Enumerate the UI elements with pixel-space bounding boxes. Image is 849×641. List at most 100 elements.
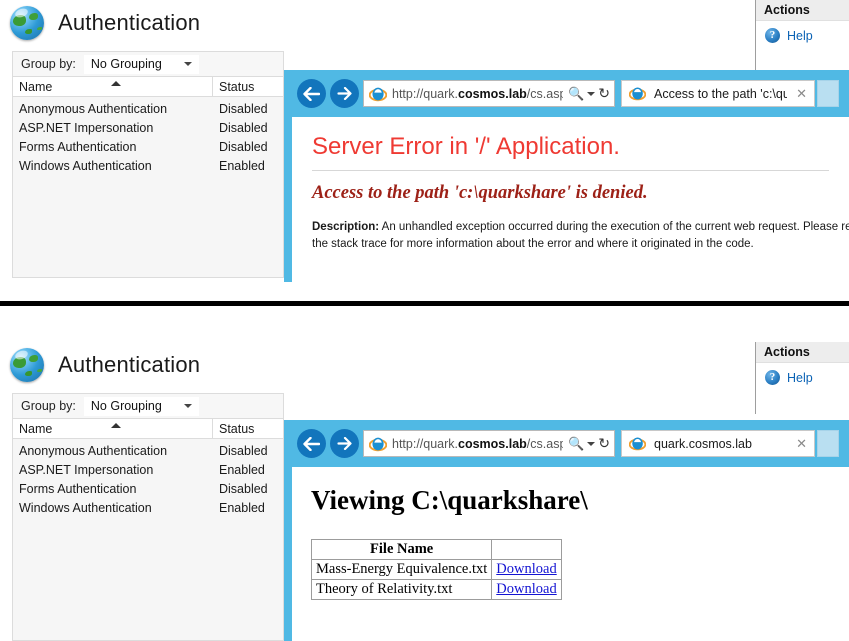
url-domain: cosmos.lab — [458, 436, 527, 451]
group-by-toolbar: Group by: No Grouping — [12, 51, 284, 76]
error-subheading: Access to the path 'c:\quarkshare' is de… — [312, 183, 648, 203]
column-header-status[interactable]: Status — [213, 77, 283, 96]
actions-header: Actions — [756, 0, 849, 21]
back-button[interactable] — [297, 79, 326, 108]
group-by-value: No Grouping — [90, 399, 162, 413]
refresh-icon[interactable]: ↻ — [598, 435, 610, 452]
auth-name: Anonymous Authentication — [19, 101, 168, 116]
column-header-name-label: Name — [19, 79, 53, 94]
auth-status: Enabled — [219, 500, 265, 515]
browser-viewport-bottom: Viewing C:\quarkshare\ File Name Mass-En… — [292, 467, 849, 641]
auth-status: Enabled — [219, 462, 265, 477]
error-heading: Server Error in '/' Application. — [312, 133, 620, 160]
list-item[interactable]: Anonymous Authentication Disabled — [13, 99, 283, 118]
new-tab-button[interactable] — [817, 80, 839, 107]
list-item[interactable]: Windows Authentication Enabled — [13, 156, 283, 175]
file-listing-table: File Name Mass-Energy Equivalence.txt Do… — [310, 539, 562, 600]
column-header-file-name: File Name — [310, 539, 493, 560]
actions-pane-bottom: Actions ? Help — [755, 342, 849, 414]
globe-icon — [10, 348, 44, 382]
refresh-icon[interactable]: ↻ — [598, 85, 610, 102]
table-row: Mass-Energy Equivalence.txt Download — [310, 559, 562, 580]
auth-status: Disabled — [219, 443, 268, 458]
address-bar[interactable]: http://quark.cosmos.lab/cs.aspx 🔍 ↻ — [363, 80, 615, 107]
column-header-name[interactable]: Name — [13, 77, 213, 96]
help-question-icon: ? — [765, 28, 780, 43]
internet-explorer-icon — [368, 435, 388, 453]
browser-chrome: http://quark.cosmos.lab/cs.aspx 🔍 ↻ — [284, 70, 849, 117]
group-by-value: No Grouping — [90, 57, 162, 71]
page-title-row: Authentication — [10, 6, 200, 40]
close-icon[interactable]: ✕ — [794, 86, 809, 102]
list-item[interactable]: ASP.NET Impersonation Disabled — [13, 118, 283, 137]
chevron-down-icon[interactable] — [587, 441, 596, 446]
url-suffix: /cs.aspx — [526, 436, 564, 451]
list-item[interactable]: Forms Authentication Disabled — [13, 479, 283, 498]
help-link[interactable]: Help — [787, 371, 813, 385]
list-item[interactable]: Forms Authentication Disabled — [13, 137, 283, 156]
auth-status: Enabled — [219, 158, 265, 173]
authentication-list-bottom: Anonymous Authentication Disabled ASP.NE… — [12, 439, 284, 641]
browser-tab[interactable]: quark.cosmos.lab ✕ — [621, 430, 815, 457]
forward-button[interactable] — [330, 429, 359, 458]
auth-status: Disabled — [219, 120, 268, 135]
address-bar-icons: 🔍 ↻ — [568, 85, 610, 102]
actions-list: ? Help — [756, 363, 849, 385]
auth-name: Forms Authentication — [19, 139, 137, 154]
auth-status: Disabled — [219, 481, 268, 496]
back-button[interactable] — [297, 429, 326, 458]
screenshot-root: Authentication Group by: No Grouping Nam… — [0, 0, 849, 641]
group-by-select[interactable]: No Grouping — [83, 54, 199, 74]
magnifier-icon[interactable]: 🔍 — [568, 86, 584, 102]
close-icon[interactable]: ✕ — [794, 436, 809, 452]
group-by-label: Group by: — [21, 57, 76, 71]
actions-list: ? Help — [756, 21, 849, 43]
list-header: Name Status — [12, 76, 284, 97]
sort-ascending-icon — [111, 81, 121, 86]
browser-tab-title: Access to the path 'c:\quar... — [654, 86, 788, 101]
capture-divider — [0, 301, 849, 306]
actions-pane-top: Actions ? Help — [755, 0, 849, 72]
column-header-action — [491, 539, 562, 560]
list-item[interactable]: Windows Authentication Enabled — [13, 498, 283, 517]
forward-button[interactable] — [330, 79, 359, 108]
download-link[interactable]: Download — [496, 581, 556, 597]
column-header-status-label: Status — [219, 421, 255, 436]
page-title: Authentication — [58, 10, 201, 35]
address-bar-url: http://quark.cosmos.lab/cs.aspx — [392, 437, 563, 451]
file-name-cell: Theory of Relativity.txt — [310, 579, 493, 600]
table-header-row: File Name — [310, 539, 562, 560]
help-link[interactable]: Help — [787, 29, 813, 43]
group-by-toolbar: Group by: No Grouping — [12, 393, 284, 418]
list-item[interactable]: Anonymous Authentication Disabled — [13, 441, 283, 460]
file-name-cell: Mass-Energy Equivalence.txt — [310, 559, 493, 580]
download-cell: Download — [491, 579, 562, 600]
page-title-row: Authentication — [10, 348, 200, 382]
error-description: Description: An unhandled exception occu… — [292, 204, 849, 254]
error-description-label: Description: — [312, 221, 380, 233]
address-bar[interactable]: http://quark.cosmos.lab/cs.aspx 🔍 ↻ — [363, 430, 615, 457]
internet-explorer-icon — [368, 85, 388, 103]
chevron-down-icon[interactable] — [587, 91, 596, 96]
group-by-label: Group by: — [21, 399, 76, 413]
address-bar-icons: 🔍 ↻ — [568, 435, 610, 452]
actions-header: Actions — [756, 342, 849, 363]
column-header-status[interactable]: Status — [213, 419, 283, 438]
browser-tab-title: quark.cosmos.lab — [654, 436, 752, 451]
table-row: Theory of Relativity.txt Download — [310, 579, 562, 600]
magnifier-icon[interactable]: 🔍 — [568, 436, 584, 452]
group-by-select[interactable]: No Grouping — [83, 396, 199, 416]
list-header: Name Status — [12, 418, 284, 439]
new-tab-button[interactable] — [817, 430, 839, 457]
browser-tab[interactable]: Access to the path 'c:\quar... ✕ — [621, 80, 815, 107]
download-link[interactable]: Download — [496, 561, 556, 577]
chevron-down-icon — [183, 404, 192, 408]
auth-name: Windows Authentication — [19, 500, 152, 515]
list-item[interactable]: ASP.NET Impersonation Enabled — [13, 460, 283, 479]
page-title: Authentication — [58, 352, 201, 377]
sort-ascending-icon — [111, 423, 121, 428]
column-header-name[interactable]: Name — [13, 419, 213, 438]
auth-status: Disabled — [219, 139, 268, 154]
download-cell: Download — [491, 559, 562, 580]
column-header-status-label: Status — [219, 79, 255, 94]
